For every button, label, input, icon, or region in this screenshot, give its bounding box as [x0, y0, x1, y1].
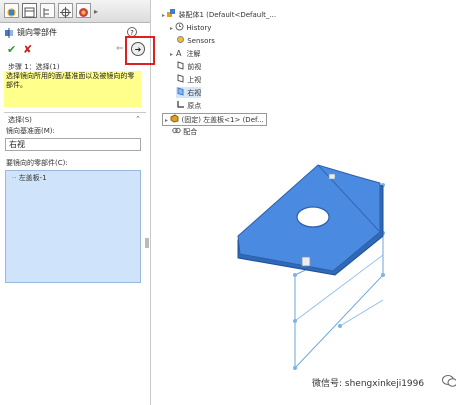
back-arrow-icon[interactable]: ⇐	[116, 44, 124, 54]
step-collapse-icon[interactable]: ⌃	[135, 62, 141, 70]
feature-tree-tab-icon[interactable]	[4, 3, 19, 18]
panel-title: 镜向零部件	[4, 27, 57, 38]
selection-collapse-icon[interactable]: ⌃	[135, 115, 141, 123]
mirror-plane-label: 镜向基准面(M):	[6, 127, 55, 135]
panel-tab-bar: ▸	[0, 0, 150, 23]
wechat-icon	[442, 375, 456, 387]
selection-section-title: 选择(S)	[8, 116, 32, 124]
property-manager-tab-icon[interactable]	[22, 3, 37, 18]
watermark-text: 微信号: shengxinkeji1996	[312, 379, 425, 389]
components-list[interactable]: ·· 左盖板-1	[5, 170, 141, 283]
display-manager-tab-icon[interactable]	[76, 3, 91, 18]
mirror-plane-field[interactable]: 右视	[5, 138, 141, 151]
ok-button[interactable]: ✔	[7, 43, 16, 56]
graphics-area[interactable]: ▸ 装配体1 (Default<Default_... ▸ History Se…	[150, 0, 456, 405]
mirror-components-icon	[5, 27, 13, 38]
model-viewport[interactable]	[150, 0, 456, 405]
tab-overflow-chevron-icon[interactable]: ▸	[94, 7, 98, 16]
tree-line-icon: ··	[12, 174, 19, 182]
panel-resize-grip[interactable]	[145, 238, 149, 248]
configuration-tab-icon[interactable]	[40, 3, 55, 18]
panel-title-text: 镜向零部件	[17, 28, 57, 37]
section-divider	[4, 112, 146, 113]
components-label: 要镜向的零部件(C):	[6, 159, 68, 167]
left-cover-part[interactable]	[237, 164, 384, 276]
list-item[interactable]: ·· 左盖板-1	[12, 173, 47, 183]
dimxpert-tab-icon[interactable]	[58, 3, 73, 18]
cancel-button[interactable]: ✘	[23, 43, 32, 56]
step-help-text: 选择镜向所用的面/基准面以及被镜向的零部件。	[4, 71, 141, 107]
property-manager-panel: ▸ 镜向零部件 ? ✔ ✘ ⇐ ➜ 步骤 1：选择(1) ⌃ 选择镜向所用的面/…	[0, 0, 155, 405]
